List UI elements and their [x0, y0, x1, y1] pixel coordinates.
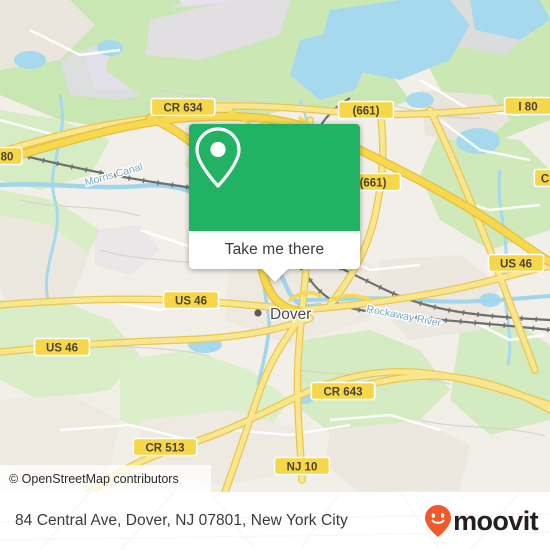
svg-text:US 46: US 46	[500, 259, 532, 271]
svg-text:NJ 10: NJ 10	[287, 462, 318, 474]
footer-bar: 84 Central Ave, Dover, NJ 07801, New Yor…	[0, 492, 550, 550]
map-pin-icon	[195, 127, 241, 188]
moovit-pin-smiley-icon	[425, 505, 452, 537]
osm-attribution-text: © OpenStreetMap contributors	[9, 471, 179, 486]
road-shield: (661)	[337, 100, 395, 120]
osm-attribution[interactable]: © OpenStreetMap contributors	[0, 465, 211, 492]
road-shield: US 46	[33, 337, 91, 357]
road-shield: CR 643	[310, 381, 376, 401]
svg-text:I 80: I 80	[518, 102, 537, 114]
road-shield: C	[533, 168, 550, 188]
take-me-there-button[interactable]: Take me there	[189, 231, 360, 282]
svg-text:80: 80	[1, 152, 14, 164]
road-shield: US 46	[162, 290, 220, 310]
map-label-dover: Dover	[270, 306, 311, 323]
svg-text:(661): (661)	[353, 106, 380, 118]
road-shield: I 80	[503, 96, 550, 116]
popup-tail	[261, 269, 288, 282]
location-popup[interactable]: Take me there	[189, 124, 360, 282]
road-shield: US 46	[487, 253, 545, 273]
road-shield: CR 513	[132, 437, 198, 457]
map-screenshot: Dover Morris Canal Rockaway River CR 634…	[0, 0, 550, 550]
svg-text:(661): (661)	[360, 178, 387, 190]
moovit-wordmark: moovit	[453, 505, 539, 536]
city-dot	[254, 309, 262, 317]
popup-header	[189, 124, 360, 231]
svg-text:US 46: US 46	[175, 296, 207, 308]
svg-text:CR 643: CR 643	[324, 387, 363, 399]
road-shield: 80	[0, 146, 23, 166]
svg-text:US 46: US 46	[46, 343, 78, 355]
road-shield: CR 634	[150, 97, 216, 117]
take-me-there-label: Take me there	[224, 241, 325, 258]
map-canvas[interactable]: Dover Morris Canal Rockaway River CR 634…	[0, 0, 550, 492]
svg-text:CR 634: CR 634	[164, 103, 204, 115]
svg-text:C: C	[541, 174, 549, 186]
moovit-logo[interactable]: moovit	[424, 504, 539, 538]
address-label: 84 Central Ave, Dover, NJ 07801, New Yor…	[15, 512, 348, 529]
svg-text:CR 513: CR 513	[146, 443, 185, 455]
road-shield: NJ 10	[273, 456, 331, 476]
